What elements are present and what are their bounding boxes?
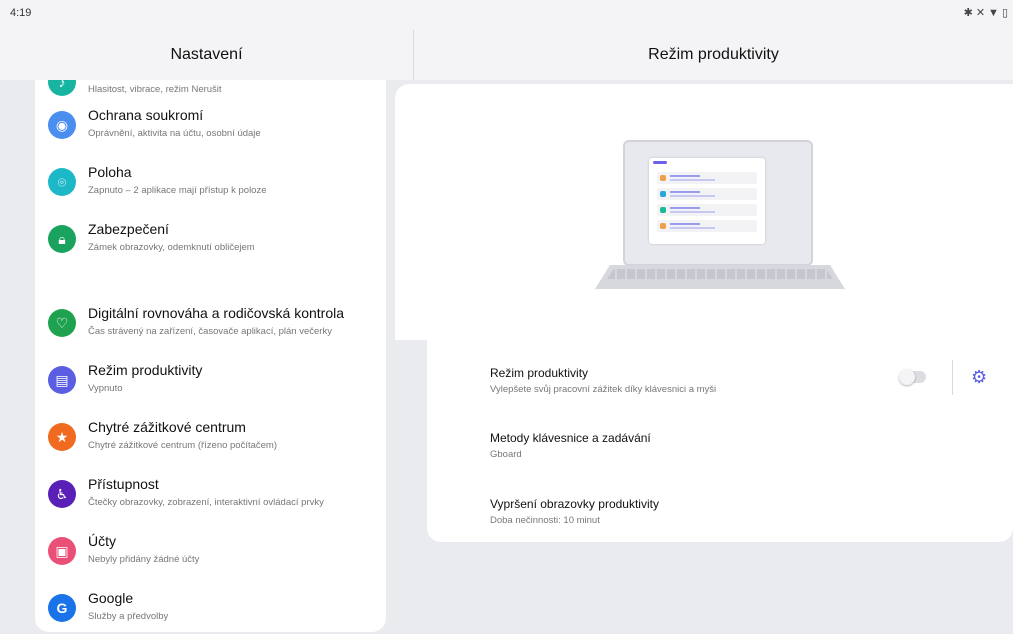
sidebar-item-sub: Oprávnění, aktivita na účtu, osobní údaj…	[88, 128, 261, 139]
sidebar-item-title: Chytré zážitkové centrum	[88, 419, 246, 435]
laptop-keyboard	[607, 269, 833, 279]
toggle-divider	[952, 360, 953, 395]
sidebar-item-productivity[interactable]: ▤ Režim produktivity Vypnuto	[35, 351, 386, 409]
sidebar-item-title: Ochrana soukromí	[88, 107, 204, 123]
location-icon: ⌾	[48, 168, 76, 196]
setting-title: Režim produktivity	[490, 366, 589, 380]
sidebar-item-sub: Chytré zážitkové centrum (řízeno počítač…	[88, 440, 278, 451]
sidebar-item-sub: Nebyly přidány žádné účty	[88, 554, 200, 565]
accounts-icon: ▣	[48, 537, 76, 565]
sidebar-item-title: Digitální rovnováha a rodičovská kontrol…	[88, 305, 345, 321]
accessibility-icon: ♿︎	[48, 480, 76, 508]
laptop-illustration	[395, 84, 1013, 340]
sidebar-item-title: Přístupnost	[88, 476, 159, 492]
page-title: Režim produktivity	[414, 30, 1013, 80]
setting-keyboard-input[interactable]: Metody klávesnice a zadávání Gboard	[490, 431, 651, 460]
sidebar-item-sub: Zapnuto – 2 aplikace mají přístup k polo…	[88, 185, 267, 196]
settings-title: Nastavení	[0, 30, 413, 80]
setting-sub: Gboard	[490, 449, 522, 460]
sidebar-item-title: Režim produktivity	[88, 362, 203, 378]
sidebar-item-digital-wellbeing[interactable]: ♡ Digitální rovnováha a rodičovská kontr…	[35, 294, 386, 352]
status-icons: ✱✕▼▯	[964, 6, 1011, 19]
app-window	[649, 158, 765, 244]
sidebar-item-google[interactable]: G Google Služby a předvolby	[35, 579, 386, 634]
mute-icon: ✕	[975, 7, 989, 19]
bluetooth-icon: ✱	[963, 7, 976, 19]
sidebar-item-sub: Čas strávený na zařízení, časovače aplik…	[88, 326, 332, 337]
sound-icon: ♪	[48, 80, 76, 96]
setting-screen-timeout[interactable]: Vypršení obrazovky produktivity Doba neč…	[490, 497, 659, 526]
sidebar-item-accounts[interactable]: ▣ Účty Nebyly přidány žádné účty	[35, 522, 386, 580]
sidebar-item-sub: Hlasitost, vibrace, režim Nerušit	[88, 84, 222, 95]
sidebar-item-smart-center[interactable]: ★ Chytré zážitkové centrum Chytré zážitk…	[35, 408, 386, 466]
star-icon: ★	[48, 423, 76, 451]
laptop-screen	[623, 140, 813, 266]
sidebar-item-sub: Vypnuto	[88, 383, 123, 394]
sidebar-item-accessibility[interactable]: ♿︎ Přístupnost Čtečky obrazovky, zobraze…	[35, 465, 386, 523]
productivity-icon: ▤	[48, 366, 76, 394]
setting-sub: Vylepšete svůj pracovní zážitek díky klá…	[490, 384, 717, 395]
sidebar-item-title: Účty	[88, 533, 116, 549]
productivity-toggle[interactable]	[899, 369, 926, 385]
digital-wellbeing-icon: ♡	[48, 309, 76, 337]
sidebar-item-security[interactable]: 🔒︎ Zabezpečení Zámek obrazovky, odemknut…	[35, 210, 386, 268]
wifi-icon: ▼	[988, 7, 1002, 19]
sidebar-item-sub: Služby a předvolby	[88, 611, 169, 622]
sidebar-item-title: Google	[88, 590, 134, 606]
settings-list[interactable]: ♪ Hlasitost, vibrace, režim Nerušit ◉ Oc…	[0, 80, 413, 634]
battery-icon: ▯	[1001, 7, 1011, 19]
status-bar: 4:19 ✱✕▼▯	[0, 0, 1013, 30]
sidebar-item-location[interactable]: ⌾ Poloha Zapnuto – 2 aplikace mají příst…	[35, 153, 386, 211]
settings-card-2: ♡ Digitální rovnováha a rodičovská kontr…	[35, 287, 386, 632]
gear-icon[interactable]: ⚙	[971, 367, 987, 387]
sidebar-item-sub: Zámek obrazovky, odemknutí obličejem	[88, 242, 255, 253]
setting-title: Vypršení obrazovky produktivity	[490, 497, 659, 511]
lock-icon: 🔒︎	[48, 225, 76, 253]
sidebar-item-privacy[interactable]: ◉ Ochrana soukromí Oprávnění, aktivita n…	[35, 96, 386, 154]
sidebar-item-title: Poloha	[88, 164, 132, 180]
privacy-eye-icon: ◉	[48, 111, 76, 139]
setting-title: Metody klávesnice a zadávání	[490, 431, 651, 445]
setting-productivity-mode[interactable]: Režim produktivity Vylepšete svůj pracov…	[490, 366, 716, 395]
status-time: 4:19	[10, 7, 32, 19]
toggle-knob	[899, 369, 915, 385]
google-icon: G	[48, 594, 76, 622]
sidebar-item-title: Zabezpečení	[88, 221, 169, 237]
setting-sub: Doba nečinnosti: 10 minut	[490, 515, 600, 526]
sidebar-item-sub: Čtečky obrazovky, zobrazení, interaktivn…	[88, 497, 324, 508]
